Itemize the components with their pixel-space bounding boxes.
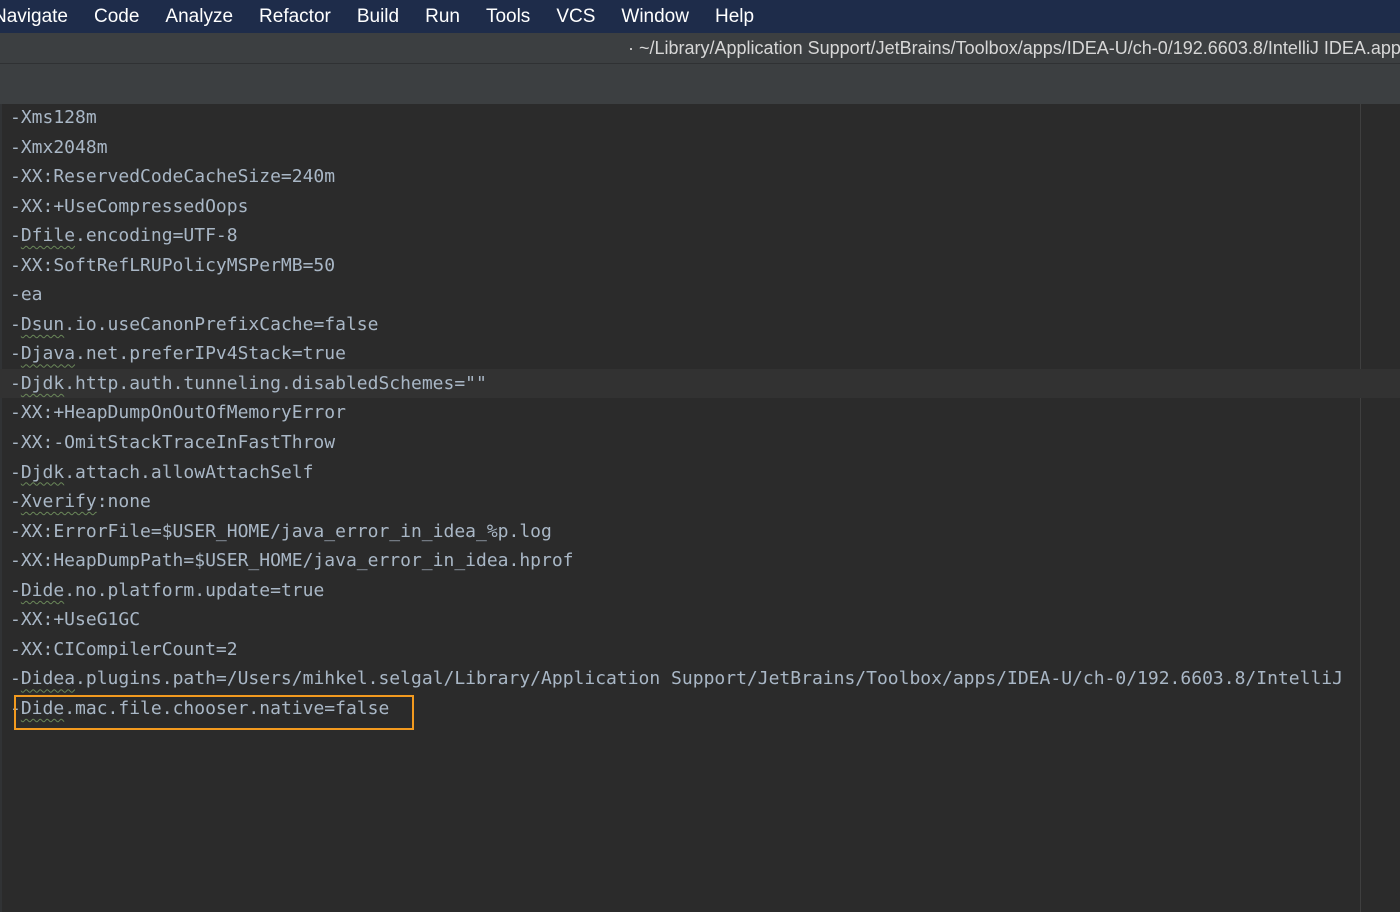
code-text: -XX:+UseG1GC xyxy=(10,609,141,631)
menu-vcs[interactable]: VCS xyxy=(556,0,595,33)
code-text: -XX:SoftRefLRUPolicyMSPerMB=50 xyxy=(10,254,336,276)
code-text: .plugins.path=/Users/mihkel.selgal/Libra… xyxy=(75,668,1343,690)
code-line[interactable]: -XX:+HeapDumpOnOutOfMemoryError xyxy=(0,398,1400,428)
code-text-spellcheck: Dide xyxy=(20,579,65,601)
code-text: :none xyxy=(96,491,151,513)
menu-analyze[interactable]: Analyze xyxy=(165,0,233,33)
code-line[interactable]: -XX:CICompilerCount=2 xyxy=(0,635,1400,665)
code-text: -XX:+HeapDumpOnOutOfMemoryError xyxy=(10,402,346,424)
code-text: -XX:-OmitStackTraceInFastThrow xyxy=(10,432,336,454)
code-text: - xyxy=(10,461,21,483)
ide-window: Navigate Code Analyze Refactor Build Run… xyxy=(0,0,1400,912)
code-text: -Xmx2048m xyxy=(10,136,108,158)
code-text-spellcheck: Djdk xyxy=(20,461,65,483)
code-line[interactable]: -Djdk.attach.allowAttachSelf xyxy=(0,458,1400,488)
menu-run[interactable]: Run xyxy=(425,0,460,33)
code-text: -Xms128m xyxy=(10,107,97,128)
code-text-spellcheck: Dsun xyxy=(20,313,65,335)
code-text: .encoding=UTF-8 xyxy=(75,225,238,247)
code-line[interactable]: -Xmx2048m xyxy=(0,133,1400,163)
code-line[interactable]: -XX:-OmitStackTraceInFastThrow xyxy=(0,428,1400,458)
code-text: - xyxy=(10,313,21,335)
code-text: .attach.allowAttachSelf xyxy=(64,461,314,483)
window-title-bar[interactable]: · ~/Library/Application Support/JetBrain… xyxy=(0,33,1400,64)
code-text: .mac.file.chooser.native=false xyxy=(64,697,390,719)
code-line[interactable]: -XX:ErrorFile=$USER_HOME/java_error_in_i… xyxy=(0,517,1400,547)
code-line[interactable]: -XX:+UseG1GC xyxy=(0,605,1400,635)
code-text: -ea xyxy=(10,284,43,306)
code-text-spellcheck: Dide xyxy=(20,697,65,719)
code-line[interactable]: -Dsun.io.useCanonPrefixCache=false xyxy=(0,310,1400,340)
code-line[interactable]: -Djdk.http.auth.tunneling.disabledScheme… xyxy=(0,368,1400,399)
code-text: - xyxy=(10,372,21,394)
code-text: -XX:ReservedCodeCacheSize=240m xyxy=(10,166,336,188)
code-line[interactable]: -Djava.net.preferIPv4Stack=true xyxy=(0,339,1400,369)
code-line[interactable]: -ea xyxy=(0,280,1400,310)
code-text: -XX:ErrorFile=$USER_HOME/java_error_in_i… xyxy=(10,520,552,542)
code-text-spellcheck: Djava xyxy=(20,343,76,365)
menu-help[interactable]: Help xyxy=(715,0,754,33)
code-text: .io.useCanonPrefixCache=false xyxy=(64,313,379,335)
menu-tools[interactable]: Tools xyxy=(486,0,530,33)
editor-tab-strip xyxy=(0,64,1400,105)
code-text: - xyxy=(10,225,21,247)
code-line[interactable]: -Dfile.encoding=UTF-8 xyxy=(0,221,1400,251)
window-title: · ~/Library/Application Support/JetBrain… xyxy=(628,38,1400,58)
code-line[interactable]: -XX:HeapDumpPath=$USER_HOME/java_error_i… xyxy=(0,546,1400,576)
code-text-spellcheck: Xverify xyxy=(20,491,97,513)
code-text: .no.platform.update=true xyxy=(64,579,325,601)
menu-bar: Navigate Code Analyze Refactor Build Run… xyxy=(0,0,1400,33)
menu-refactor[interactable]: Refactor xyxy=(259,0,331,33)
editor-lines[interactable]: -Xms128m -Xmx2048m -XX:ReservedCodeCacheSi… xyxy=(0,104,1400,723)
code-text: .net.preferIPv4Stack=true xyxy=(75,343,346,365)
code-line[interactable]: -XX:ReservedCodeCacheSize=240m xyxy=(0,162,1400,192)
menu-window[interactable]: Window xyxy=(621,0,689,33)
code-text: -XX:+UseCompressedOops xyxy=(10,195,249,217)
menu-navigate[interactable]: Navigate xyxy=(0,0,68,33)
code-text: - xyxy=(10,579,21,601)
code-text-spellcheck: Didea xyxy=(20,668,76,690)
code-line[interactable]: -Xms128m xyxy=(0,104,1400,133)
code-text: - xyxy=(10,697,21,719)
code-line[interactable]: -Dide.no.platform.update=true xyxy=(0,576,1400,606)
code-text: - xyxy=(10,491,21,513)
menu-code[interactable]: Code xyxy=(94,0,139,33)
code-line[interactable]: -XX:+UseCompressedOops xyxy=(0,192,1400,222)
code-text: - xyxy=(10,343,21,365)
code-editor[interactable]: -Xms128m -Xmx2048m -XX:ReservedCodeCacheSi… xyxy=(0,104,1400,912)
code-text-spellcheck: Dfile xyxy=(20,225,76,247)
code-text: -XX:HeapDumpPath=$USER_HOME/java_error_i… xyxy=(10,550,574,572)
code-text: .http.auth.tunneling.disabledSchemes="" xyxy=(64,372,487,394)
code-line[interactable]: -Xverify:none xyxy=(0,487,1400,517)
code-line[interactable]: -XX:SoftRefLRUPolicyMSPerMB=50 xyxy=(0,251,1400,281)
menu-build[interactable]: Build xyxy=(357,0,399,33)
code-line[interactable]: -Didea.plugins.path=/Users/mihkel.selgal… xyxy=(0,664,1400,694)
code-line[interactable]: -Dide.mac.file.chooser.native=false xyxy=(0,694,1400,724)
code-text-spellcheck: Djdk xyxy=(20,372,65,394)
code-text: - xyxy=(10,668,21,690)
code-text: -XX:CICompilerCount=2 xyxy=(10,638,238,660)
